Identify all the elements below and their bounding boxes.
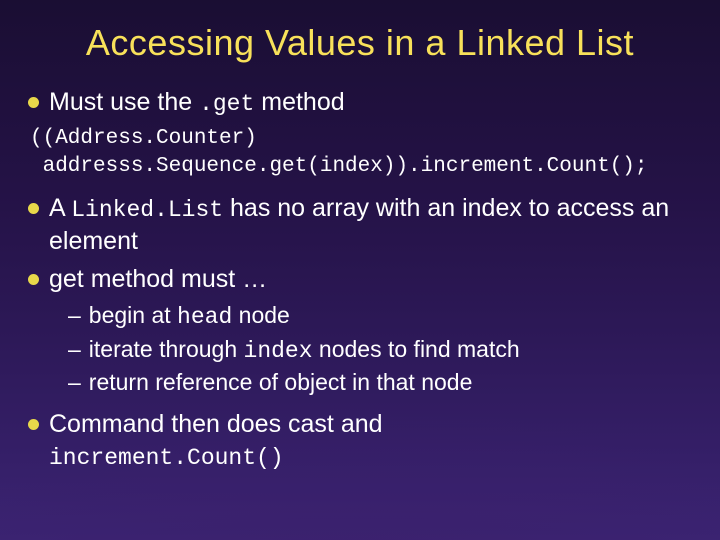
bullet-icon [28,203,39,214]
text-span: begin at [89,302,177,328]
bullet-text: Must use the .get method [49,86,692,119]
slide-title: Accessing Values in a Linked List [28,22,692,64]
bullet-icon [28,419,39,430]
slide-body: Must use the .get method ((Address.Count… [28,86,692,473]
text-span: A [49,194,71,222]
sub-text: iterate through index nodes to find matc… [89,335,520,366]
subbullet-return-reference: – return reference of object in that nod… [68,368,692,397]
code-block: ((Address.Counter) addresss.Sequence.get… [30,125,692,180]
bullet-text: Command then does cast and increment.Cou… [49,408,692,473]
bullet-icon [28,274,39,285]
bullet-icon [28,97,39,108]
bullet-get-method-must: get method must … [28,263,692,295]
bullet-text: A Linked.List has no array with an index… [49,192,692,257]
sub-text: begin at head node [89,301,290,332]
code-span: head [177,304,232,330]
text-span: method [254,88,344,116]
text-span: Command then does cast and [49,410,383,438]
bullet-linkedlist-no-array: A Linked.List has no array with an index… [28,192,692,257]
slide: Accessing Values in a Linked List Must u… [0,0,720,540]
code-span: Linked.List [71,197,223,223]
text-span: node [232,302,290,328]
bullet-must-use-get: Must use the .get method [28,86,692,119]
bullet-text: get method must … [49,263,692,295]
dash-icon: – [68,335,81,364]
dash-icon: – [68,368,81,397]
code-span: increment.Count() [49,445,284,471]
subbullet-iterate-index: – iterate through index nodes to find ma… [68,335,692,366]
text-span: Must use the [49,88,199,116]
sub-text: return reference of object in that node [89,368,473,397]
bullet-command-cast: Command then does cast and increment.Cou… [28,408,692,473]
code-span: .get [199,91,254,117]
dash-icon: – [68,301,81,330]
text-span: iterate through [89,336,244,362]
code-span: index [244,338,313,364]
subbullet-begin-head: – begin at head node [68,301,692,332]
text-span: nodes to find match [313,336,520,362]
